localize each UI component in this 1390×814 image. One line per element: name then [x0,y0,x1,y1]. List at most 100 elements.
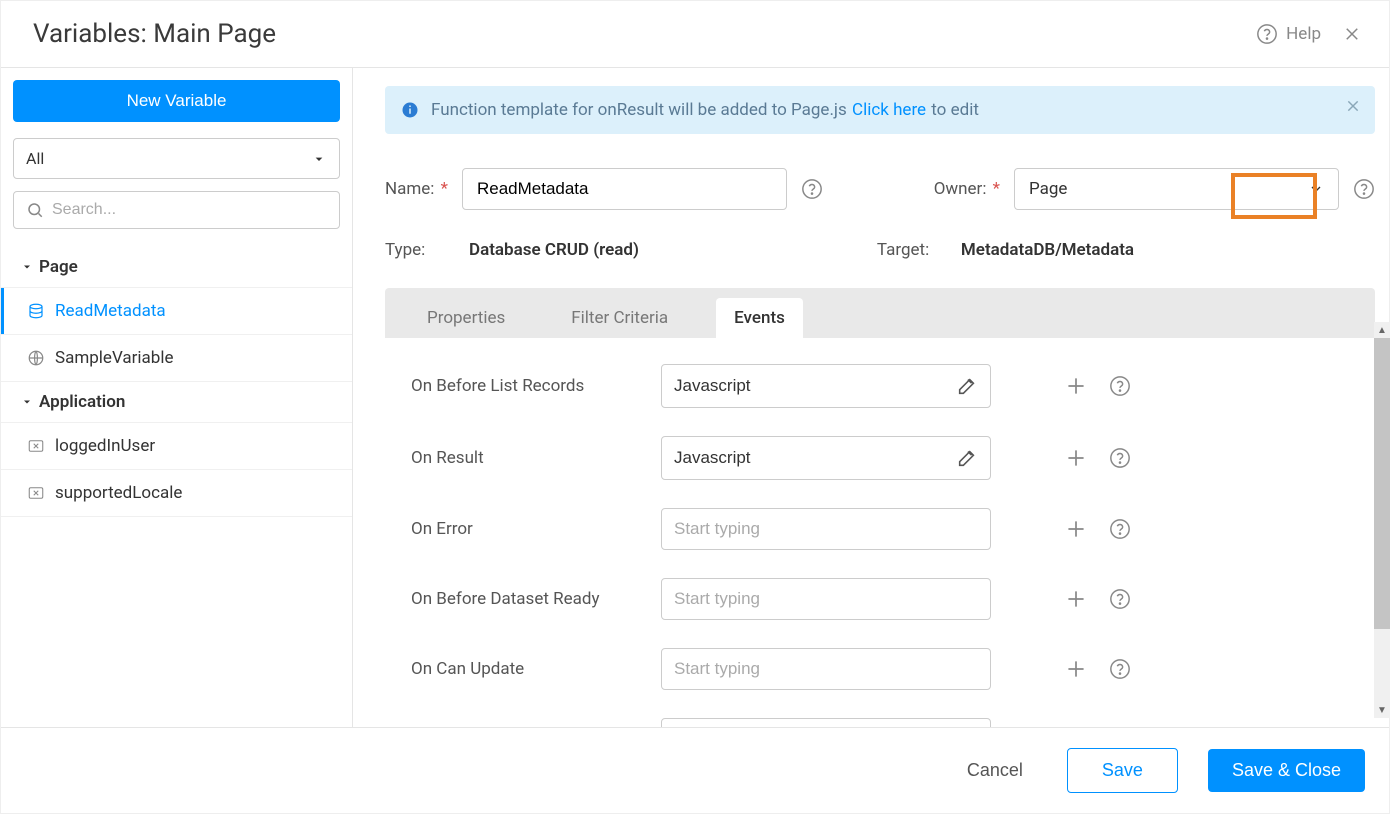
name-input[interactable] [462,168,787,210]
event-input-field[interactable] [674,448,956,468]
event-input[interactable] [661,718,991,727]
tab-events[interactable]: Events [716,298,803,338]
filter-select-label: All [26,149,44,168]
scroll-up-arrow[interactable]: ▲ [1374,322,1390,338]
alert-text: Function template for onResult will be a… [431,100,979,120]
close-icon [1343,25,1361,43]
search-input[interactable] [52,201,327,219]
event-input[interactable] [661,578,991,620]
modal-header: Variables: Main Page Help [1,1,1389,67]
plus-icon[interactable] [1063,726,1089,727]
event-label: On Can Update [411,659,621,679]
sidebar: New Variable All Page ReadMetadata [1,68,353,727]
name-field: Name: * [385,168,823,210]
form-row-type-target: Type: Database CRUD (read) Target: Metad… [385,240,1375,260]
event-input[interactable] [661,648,991,690]
caret-down-icon [21,396,33,408]
help-icon[interactable] [1109,447,1131,469]
modal-footer: Cancel Save Save & Close [1,727,1389,813]
group-header-application[interactable]: Application [1,382,352,422]
event-input[interactable] [661,508,991,550]
edit-icon[interactable] [956,375,978,397]
variables-modal: Variables: Main Page Help New Variable A… [0,0,1390,814]
group-label: Page [39,257,78,277]
event-row: On Success [385,718,1375,727]
event-input-field[interactable] [674,376,956,396]
name-label: Name: * [385,179,448,199]
help-icon[interactable] [1109,518,1131,540]
sidebar-item-samplevariable[interactable]: SampleVariable [1,334,352,382]
plus-icon[interactable] [1063,586,1089,612]
event-input-field[interactable] [674,589,978,609]
event-label: On Before Dataset Ready [411,589,621,609]
target-value: MetadataDB/Metadata [961,240,1134,260]
variable-icon [27,484,45,502]
edit-icon[interactable] [956,447,978,469]
tabs-header: Properties Filter Criteria Events [385,288,1375,338]
search-box[interactable] [13,191,340,229]
main-panel: Function template for onResult will be a… [353,68,1389,727]
plus-icon[interactable] [1063,516,1089,542]
event-row: On Before Dataset Ready [385,578,1375,648]
modal-title: Variables: Main Page [33,19,276,49]
help-icon[interactable] [1109,588,1131,610]
close-icon [1345,98,1361,114]
help-icon[interactable] [1353,178,1375,200]
tabs-section: Properties Filter Criteria Events On Bef… [385,288,1375,727]
database-icon [27,302,45,320]
scroll-down-arrow[interactable]: ▼ [1374,702,1390,718]
help-icon[interactable] [801,178,823,200]
help-icon [1256,23,1278,45]
event-row: On Can Update [385,648,1375,718]
event-input-field[interactable] [674,519,978,539]
scrollbar-thumb[interactable] [1374,338,1390,629]
event-row: On Before List Records [385,364,1375,436]
tree-item-label: ReadMetadata [55,301,166,321]
close-button[interactable] [1339,21,1365,47]
scrollbar[interactable] [1374,338,1390,702]
event-input-field[interactable] [674,659,978,679]
event-input[interactable] [661,436,991,480]
tab-properties[interactable]: Properties [409,298,523,338]
alert-close-button[interactable] [1345,98,1361,114]
event-row-actions [1063,373,1131,399]
event-label: On Error [411,519,621,539]
plus-icon[interactable] [1063,445,1089,471]
caret-down-icon [21,261,33,273]
tree-item-label: supportedLocale [55,483,182,503]
event-row: On Error [385,508,1375,578]
sidebar-item-supportedlocale[interactable]: supportedLocale [1,469,352,517]
alert-click-here-link[interactable]: Click here [851,98,927,122]
help-icon[interactable] [1109,658,1131,680]
save-close-button[interactable]: Save & Close [1208,749,1365,792]
event-row: On Result [385,436,1375,508]
plus-icon[interactable] [1063,656,1089,682]
sidebar-group-application: Application loggedInUser supportedLocale [1,382,352,517]
save-button[interactable]: Save [1067,748,1178,793]
plus-icon[interactable] [1063,373,1089,399]
help-button[interactable]: Help [1256,23,1321,45]
header-actions: Help [1256,21,1365,47]
event-row-actions [1063,726,1131,727]
type-field: Type: Database CRUD (read) [385,240,639,260]
info-icon [401,101,419,119]
event-label: On Before List Records [411,376,621,396]
event-input[interactable] [661,364,991,408]
sidebar-item-loggedinuser[interactable]: loggedInUser [1,422,352,469]
cancel-button[interactable]: Cancel [953,750,1037,791]
filter-select[interactable]: All [13,138,340,179]
target-field: Target: MetadataDB/Metadata [877,240,1134,260]
type-value: Database CRUD (read) [469,240,639,260]
group-header-page[interactable]: Page [1,247,352,287]
owner-label: Owner: * [934,179,1000,199]
tab-filter-criteria[interactable]: Filter Criteria [553,298,686,338]
event-row-actions [1063,516,1131,542]
sidebar-group-page: Page ReadMetadata SampleVariable [1,247,352,382]
target-label: Target: [877,240,937,260]
help-icon[interactable] [1109,375,1131,397]
modal-body: New Variable All Page ReadMetadata [1,67,1389,727]
sidebar-item-readmetadata[interactable]: ReadMetadata [1,287,352,334]
alert-text-before: Function template for onResult will be a… [431,100,851,120]
alert-text-after: to edit [927,100,979,120]
new-variable-button[interactable]: New Variable [13,80,340,122]
